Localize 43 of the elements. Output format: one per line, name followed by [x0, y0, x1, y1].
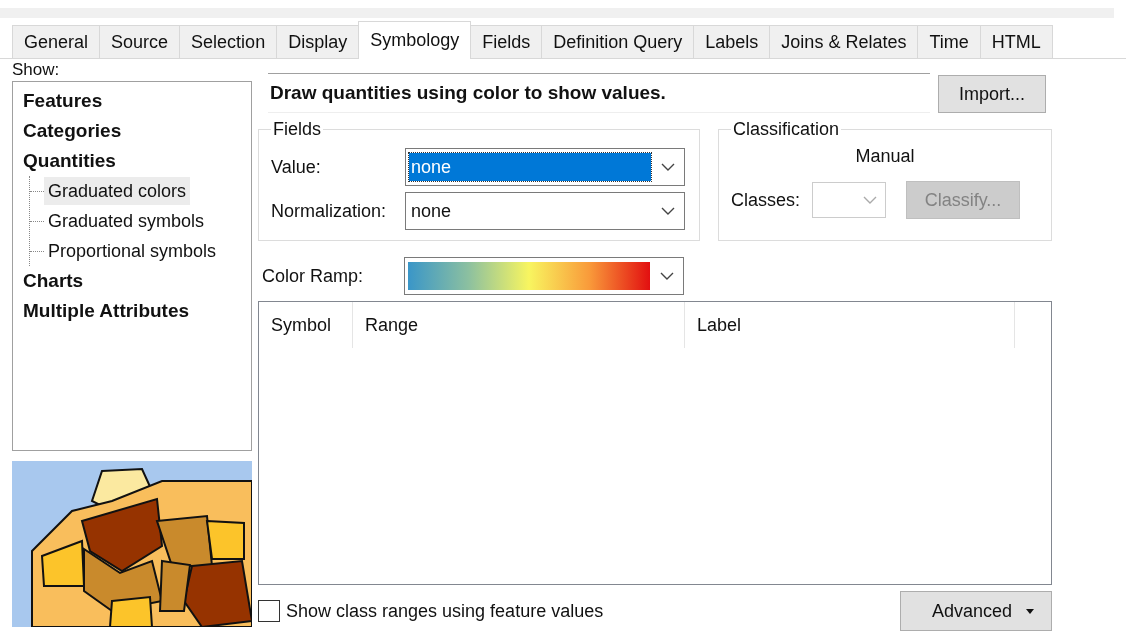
import-button[interactable]: Import... [938, 75, 1046, 113]
tab[interactable]: Joins & Relates [769, 25, 919, 58]
column-header[interactable]: Symbol [259, 302, 353, 348]
column-header[interactable]: Range [353, 302, 685, 348]
tree-item[interactable]: Proportional symbols [44, 237, 221, 265]
description-text: Draw quantities using color to show values. [268, 73, 930, 113]
tab[interactable]: HTML [979, 25, 1053, 58]
tab[interactable]: Symbology [358, 21, 472, 59]
tree-item[interactable]: Features [23, 86, 241, 116]
checkbox-label: Show class ranges using feature values [286, 600, 604, 622]
advanced-button[interactable]: Advanced [900, 591, 1052, 631]
field-label: Normalization: [271, 200, 388, 222]
chevron-icon [863, 196, 878, 204]
tree-item[interactable]: Quantities [23, 146, 241, 176]
chevron-icon [660, 272, 674, 280]
field-label: Value: [271, 156, 322, 178]
checkbox[interactable] [258, 600, 280, 622]
tab[interactable]: Selection [179, 25, 278, 58]
value-dropdown[interactable]: none [405, 148, 685, 186]
tab[interactable]: Source [99, 25, 181, 58]
group-title: Fields [272, 119, 322, 140]
show-label: Show: [12, 61, 61, 79]
tab[interactable]: Display [276, 25, 360, 58]
tree-item[interactable]: Categories [23, 116, 241, 146]
caret-icon [1026, 608, 1035, 614]
group-title: Classification [732, 119, 841, 140]
field-label: Classes: [731, 189, 801, 211]
tab[interactable]: Fields [470, 25, 543, 58]
color-ramp-dropdown[interactable] [404, 257, 684, 295]
chevron-icon [661, 163, 675, 171]
tab[interactable]: Time [917, 25, 981, 58]
column-header[interactable]: Label [685, 302, 1015, 348]
field-label: Color Ramp: [262, 265, 365, 287]
tab[interactable]: Definition Query [541, 25, 695, 58]
tree-item[interactable]: Graduated symbols [44, 207, 209, 235]
normalization-dropdown[interactable]: none [405, 192, 685, 230]
tab[interactable]: Labels [693, 25, 771, 58]
tree-item[interactable]: Graduated colors [44, 177, 191, 205]
tree-item[interactable]: Multiple Attributes [23, 296, 241, 326]
chevron-icon [661, 207, 675, 215]
classification-method: Manual [855, 146, 915, 167]
tree-item[interactable]: Charts [23, 266, 241, 296]
tab[interactable]: General [12, 25, 101, 58]
